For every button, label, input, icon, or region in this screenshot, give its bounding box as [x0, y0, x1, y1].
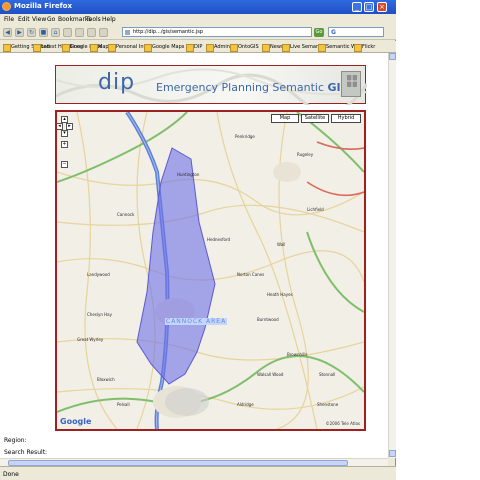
- town-label: Huntington: [177, 172, 200, 177]
- town-label: Rugeley: [297, 152, 314, 157]
- bookmark-item[interactable]: DIP: [186, 43, 202, 52]
- page-content: dip Emergency Planning Semantic GIS ▴ ◂ …: [0, 53, 388, 458]
- menu-file[interactable]: File: [4, 16, 14, 23]
- map-container[interactable]: ▴ ◂ ▸ ▾ + − Map Satellite Hybrid CANNOCK…: [55, 110, 366, 431]
- town-label: Lichfield: [307, 207, 324, 212]
- firefox-icon: [2, 2, 11, 11]
- town-label: Great Wyrley: [77, 337, 104, 342]
- bookmark-item[interactable]: Admin: [206, 43, 230, 52]
- map-type-hybrid-button[interactable]: Hybrid: [331, 114, 361, 123]
- pan-right-icon[interactable]: ▸: [66, 123, 73, 130]
- window-title: Mozilla Firefox: [14, 2, 72, 10]
- menu-help[interactable]: Help: [102, 16, 116, 23]
- menu-bar: File Edit View Go Bookmarks Tools Help: [0, 14, 396, 25]
- town-label: Stonnall: [319, 372, 336, 377]
- town-label: Heath Hayes: [267, 292, 293, 297]
- bookmark-item[interactable]: Personal Info: [108, 43, 148, 52]
- bookmark-item[interactable]: Flickr: [354, 43, 375, 52]
- town-label: Burntwood: [257, 317, 279, 322]
- region-text: Region:: [4, 437, 27, 444]
- reload-button[interactable]: ↻: [27, 28, 36, 37]
- dip-logo: dip: [98, 70, 136, 95]
- pan-up-icon[interactable]: ▴: [61, 116, 68, 123]
- zoom-in-button[interactable]: +: [61, 141, 68, 148]
- town-label: Aldridge: [237, 402, 254, 407]
- browser-window: Mozilla Firefox _ □ × File Edit View Go …: [0, 0, 396, 480]
- page-title: Emergency Planning Semantic GIS: [156, 81, 349, 94]
- town-label: Landywood: [87, 272, 110, 277]
- stop-button[interactable]: ■: [39, 28, 48, 37]
- town-label: Hednesford: [207, 237, 231, 242]
- town-label: Brownhills: [287, 352, 308, 357]
- title-bar: Mozilla Firefox _ □ ×: [0, 0, 396, 14]
- header-banner: dip Emergency Planning Semantic GIS: [55, 65, 367, 105]
- menu-tools[interactable]: Tools: [86, 16, 101, 23]
- search-result-text: Search Result:: [4, 449, 48, 456]
- zoom-out-button[interactable]: −: [61, 161, 68, 168]
- menu-edit[interactable]: Edit: [18, 16, 30, 23]
- print-icon[interactable]: [87, 28, 96, 37]
- region-label: CANNOCK AREA: [165, 318, 228, 325]
- horizontal-scrollbar[interactable]: [0, 458, 388, 466]
- menu-go[interactable]: Go: [47, 16, 55, 23]
- bookmarks-toolbar: Getting Started Latest Headlines Google …: [0, 41, 396, 53]
- minimize-button[interactable]: _: [352, 2, 362, 12]
- bookmark-item[interactable]: News: [262, 43, 284, 52]
- status-bar: Done: [0, 466, 396, 480]
- google-logo[interactable]: Google: [60, 417, 91, 426]
- bookmark-icon[interactable]: [75, 28, 84, 37]
- mail-icon[interactable]: [99, 28, 108, 37]
- history-icon[interactable]: [63, 28, 72, 37]
- town-label: Shenstone: [317, 402, 339, 407]
- go-button[interactable]: Go: [314, 28, 324, 37]
- maximize-button[interactable]: □: [364, 2, 374, 12]
- town-label: Cheslyn Hay: [87, 312, 112, 317]
- page-favicon-icon: [125, 30, 130, 35]
- navigation-toolbar: ◀ ▶ ↻ ■ ⌂ http://dip.../gis/semantic.jsp…: [0, 25, 396, 40]
- scroll-up-icon[interactable]: [389, 53, 396, 60]
- pan-left-icon[interactable]: ◂: [57, 123, 63, 130]
- url-text: http://dip.../gis/semantic.jsp: [133, 29, 203, 35]
- forward-button[interactable]: ▶: [15, 28, 24, 37]
- map-copyright: ©2006 Tele Atlas: [325, 421, 360, 426]
- map-type-satellite-button[interactable]: Satellite: [301, 114, 329, 123]
- town-label: Bloxwich: [97, 377, 115, 382]
- search-input[interactable]: G: [328, 27, 384, 37]
- back-button[interactable]: ◀: [3, 28, 12, 37]
- vertical-scrollbar[interactable]: [388, 53, 396, 458]
- scroll-down-icon[interactable]: [389, 450, 396, 457]
- town-label: Walsall Wood: [257, 372, 284, 377]
- home-button[interactable]: ⌂: [51, 28, 60, 37]
- town-label: Cannock: [117, 212, 135, 217]
- crest-icon: [347, 75, 357, 87]
- menu-view[interactable]: View: [32, 16, 46, 23]
- town-label: Wall: [277, 242, 286, 247]
- bookmark-item[interactable]: Map: [90, 43, 109, 52]
- url-input[interactable]: http://dip.../gis/semantic.jsp: [122, 27, 312, 37]
- town-label: Pelsall: [117, 402, 130, 407]
- ordnance-survey-logo: [341, 71, 361, 97]
- town-label: Norton Canes: [237, 272, 265, 277]
- pan-down-icon[interactable]: ▾: [61, 130, 68, 137]
- close-button[interactable]: ×: [377, 2, 387, 12]
- map-type-map-button[interactable]: Map: [271, 114, 299, 123]
- bookmark-item[interactable]: OntoGIS: [230, 43, 259, 52]
- town-label: Penkridge: [235, 134, 255, 139]
- status-text: Done: [3, 471, 19, 478]
- google-search-icon: G: [331, 29, 336, 36]
